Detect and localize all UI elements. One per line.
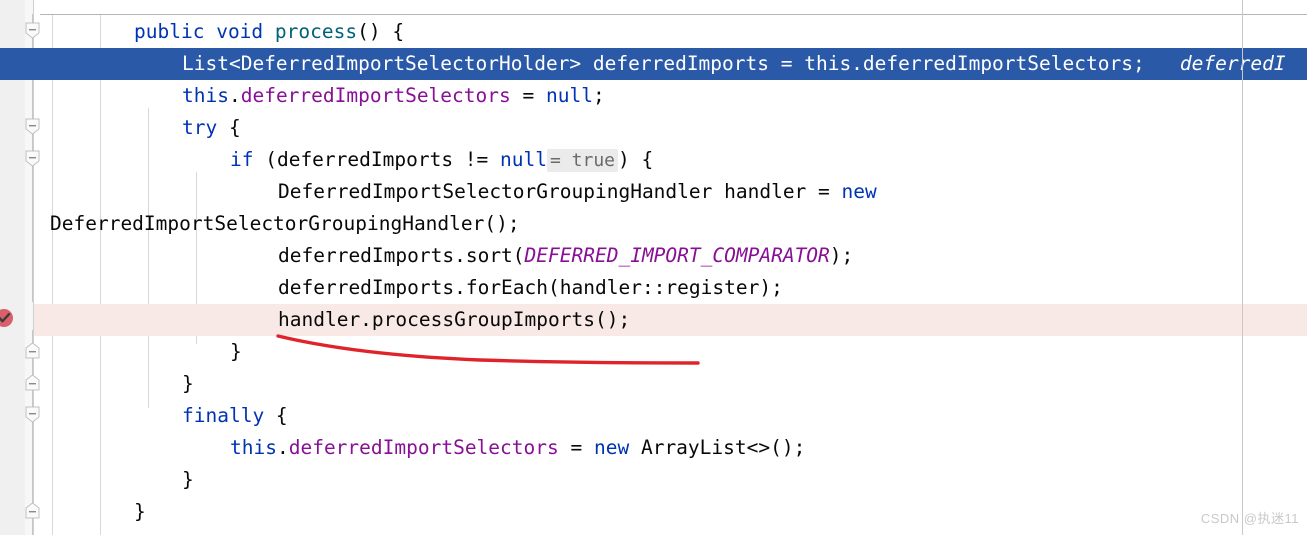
token-plain: DeferredImportSelectorGroupingHandler(); (50, 212, 520, 235)
token-plain: = (510, 84, 546, 107)
breakpoint-icon[interactable] (0, 306, 16, 330)
token-kw: void (216, 20, 264, 43)
line-close-method[interactable]: } (34, 496, 1307, 528)
code-line-text: if (deferredImports != null = true) { (34, 144, 653, 177)
token-kw: null (545, 84, 593, 107)
code-line-text: public void process() { (34, 16, 404, 48)
token-plain: } (230, 340, 242, 363)
line-signature[interactable]: public void process() { (34, 16, 1307, 48)
code-line-text: finally { (34, 400, 288, 432)
code-line-text: handler.processGroupImports(); (34, 304, 630, 336)
code-line-text: List<DeferredImportSelectorHolder> defer… (34, 48, 1286, 80)
editor-gutter[interactable] (0, 0, 25, 535)
code-line-text: deferredImports.sort(DEFERRED_IMPORT_COM… (34, 240, 853, 272)
code-line-text: } (34, 464, 194, 496)
line-close-finally[interactable]: } (34, 464, 1307, 496)
token-kw: public (134, 20, 205, 43)
line-foreach[interactable]: deferredImports.forEach(handler::registe… (34, 272, 1307, 304)
line-finally[interactable]: finally { (34, 400, 1307, 432)
line-handler-wrap[interactable]: DeferredImportSelectorGroupingHandler(); (34, 208, 1307, 240)
token-kw: null (500, 148, 547, 171)
token-static-f: DEFERRED_IMPORT_COMPARATOR (524, 244, 830, 267)
line-arraylist[interactable]: this.deferredImportSelectors = new Array… (34, 432, 1307, 464)
token-kw: try (182, 116, 218, 139)
watermark-text: CSDN @执迷11 (1200, 511, 1299, 526)
code-text-area[interactable]: public void process() { List<DeferredImpo… (34, 0, 1307, 535)
token-plain: } (182, 372, 194, 395)
code-line-text: this.deferredImportSelectors = null; (34, 80, 605, 112)
token-inlay: deferredI (1179, 52, 1286, 75)
caret-column-guide (1242, 0, 1243, 535)
token-kw: new (841, 180, 877, 203)
code-line-text: this.deferredImportSelectors = new Array… (34, 432, 805, 464)
token-plain: deferredImports.sort( (278, 244, 525, 267)
token-hint[interactable]: = true (547, 149, 619, 172)
token-field: deferredImportSelectors (240, 84, 511, 107)
token-plain: () { (357, 20, 405, 43)
token-plain: { (217, 116, 241, 139)
token-field: deferredImportSelectors (288, 436, 559, 459)
token-kw: this (182, 84, 229, 107)
token-kw: new (593, 436, 630, 459)
token-plain: ); (829, 244, 854, 267)
token-plain: . (228, 84, 241, 107)
token-method: process (274, 20, 358, 43)
token-plain: . (276, 436, 289, 459)
token-plain: ) { (618, 148, 654, 171)
line-close-if[interactable]: } (34, 336, 1307, 368)
token-plain: List<DeferredImportSelectorHolder> defer… (182, 52, 1145, 75)
selection-gutter-block (0, 48, 34, 80)
token-plain: handler.processGroupImports(); (278, 308, 631, 331)
token-plain: DeferredImportSelectorGroupingHandler ha… (278, 180, 842, 203)
token-plain: (deferredImports != (253, 148, 501, 171)
token-kw: finally (182, 404, 265, 427)
token-plain: { (264, 404, 288, 427)
token-kw: this (230, 436, 277, 459)
line-null-assign[interactable]: this.deferredImportSelectors = null; (34, 80, 1307, 112)
token-plain: ; (592, 84, 605, 107)
code-line-text: DeferredImportSelectorGroupingHandler(); (34, 208, 520, 240)
code-line-text: DeferredImportSelectorGroupingHandler ha… (34, 176, 877, 208)
line-handler-new[interactable]: DeferredImportSelectorGroupingHandler ha… (34, 176, 1307, 208)
line-list-declaration[interactable]: List<DeferredImportSelectorHolder> defer… (34, 48, 1307, 80)
code-line-text: deferredImports.forEach(handler::registe… (34, 272, 783, 304)
line-process-group-imports[interactable]: handler.processGroupImports(); (34, 304, 1307, 336)
token-plain: deferredImports.forEach(handler::registe… (278, 276, 783, 299)
token-plain: } (134, 500, 146, 523)
line-try[interactable]: try { (34, 112, 1307, 144)
token-plain: = (558, 436, 594, 459)
line-close-try[interactable]: } (34, 368, 1307, 400)
token-kw: if (230, 148, 254, 171)
code-line-text: } (34, 496, 146, 528)
code-editor[interactable]: public void process() { List<DeferredImpo… (0, 0, 1307, 535)
line-sort[interactable]: deferredImports.sort(DEFERRED_IMPORT_COM… (34, 240, 1307, 272)
code-line-text: } (34, 368, 194, 400)
line-if[interactable]: if (deferredImports != null = true) { (34, 144, 1307, 176)
token-plain: ArrayList<>(); (629, 436, 806, 459)
code-line-text: } (34, 336, 242, 368)
token-plain: } (182, 468, 194, 491)
code-line-text: try { (34, 112, 241, 144)
